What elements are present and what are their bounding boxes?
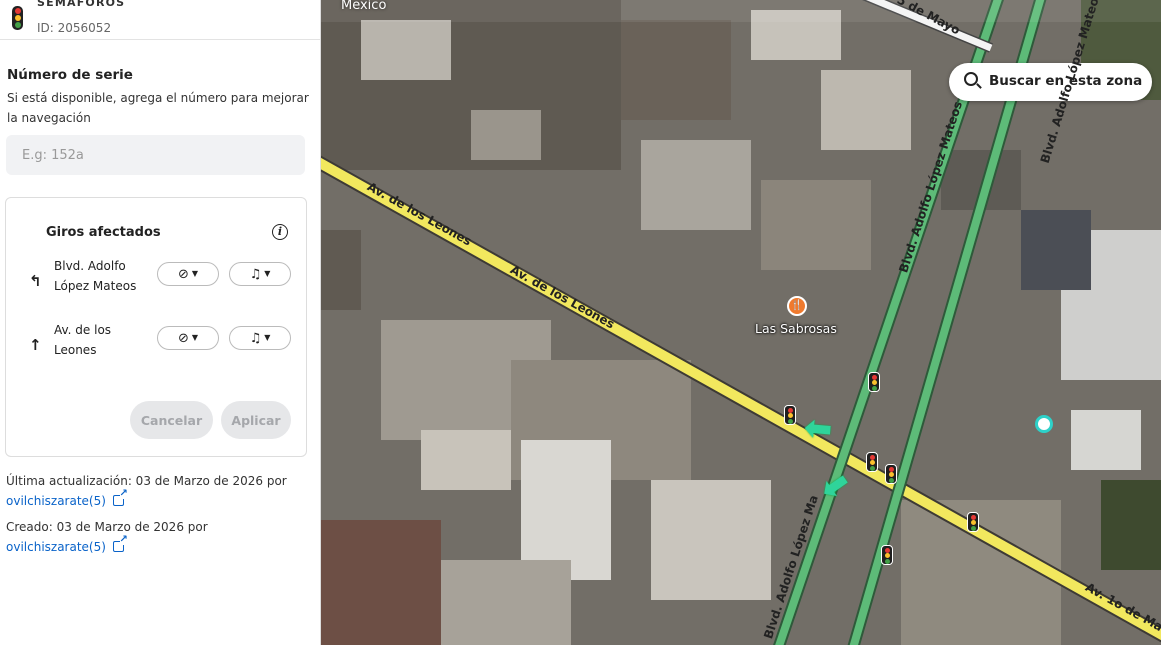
satellite-map[interactable]: Mexico Buscar en esta zona Av. de los Le… (321, 0, 1161, 645)
map-node-pin[interactable] (1035, 415, 1053, 433)
cancel-button[interactable]: Cancelar (130, 401, 213, 439)
map-country-label: Mexico (341, 0, 387, 13)
vehicle-type-dropdown[interactable]: ♫ ▼ (229, 326, 291, 350)
last-updated-text: Última actualización: 03 de Marzo de 202… (6, 474, 287, 488)
external-link-icon (112, 488, 128, 506)
signal-icon: ♫ (249, 267, 262, 282)
panel-header: SEMÁFOROS ID: 2056052 (0, 0, 320, 40)
apply-button[interactable]: Aplicar (221, 401, 291, 439)
turn-restriction-dropdown[interactable]: ⊘ ▼ (157, 326, 219, 350)
search-icon (964, 72, 978, 86)
turn-restriction-dropdown[interactable]: ⊘ ▼ (157, 262, 219, 286)
last-updated-user-link[interactable]: ovilchiszarate(5) (6, 488, 128, 508)
user-link-label: ovilchiszarate(5) (6, 494, 106, 508)
chevron-down-icon: ▼ (191, 333, 199, 342)
traffic-light-icon[interactable] (885, 464, 897, 484)
traffic-light-icon[interactable] (967, 512, 979, 532)
created-user-link[interactable]: ovilchiszarate(5) (6, 534, 128, 554)
turn-street-name: Blvd. Adolfo López Mateos (54, 259, 137, 293)
affected-turns-card: Giros afectados i ↰ Blvd. Adolfo López M… (5, 197, 307, 457)
poi-label: Las Sabrosas (755, 321, 837, 336)
serial-number-help: Si está disponible, agrega el número par… (7, 91, 309, 125)
serial-number-title: Número de serie (7, 67, 133, 83)
node-id: ID: 2056052 (37, 21, 112, 35)
turn-street-name: Av. de los Leones (54, 323, 112, 357)
turn-row: ↑ Av. de los Leones ⊘ ▼ ♫ ▼ (6, 320, 306, 370)
info-icon[interactable]: i (272, 224, 288, 240)
chevron-down-icon: ▼ (264, 269, 271, 278)
turn-row: ↰ Blvd. Adolfo López Mateos ⊘ ▼ ♫ ▼ (6, 256, 306, 306)
chevron-down-icon: ▼ (264, 333, 271, 342)
affected-turns-title: Giros afectados (46, 225, 161, 240)
traffic-light-icon (12, 6, 23, 30)
signal-icon: ♫ (249, 331, 262, 346)
restriction-icon: ⊘ (177, 267, 189, 282)
traffic-light-icon[interactable] (868, 372, 880, 392)
panel-title: SEMÁFOROS (37, 0, 126, 9)
created-text: Creado: 03 de Marzo de 2026 por (6, 520, 208, 534)
search-area-button[interactable]: Buscar en esta zona (949, 63, 1152, 101)
straight-arrow-icon: ↑ (29, 336, 42, 354)
serial-number-input[interactable] (6, 135, 305, 175)
details-panel: SEMÁFOROS ID: 2056052 Número de serie Si… (0, 0, 321, 645)
traffic-light-icon[interactable] (784, 405, 796, 425)
external-link-icon (112, 534, 128, 552)
restriction-icon: ⊘ (177, 331, 189, 346)
chevron-down-icon: ▼ (191, 269, 199, 278)
user-link-label: ovilchiszarate(5) (6, 540, 106, 554)
vehicle-type-dropdown[interactable]: ♫ ▼ (229, 262, 291, 286)
turn-left-icon: ↰ (29, 272, 42, 290)
traffic-light-icon[interactable] (881, 545, 893, 565)
traffic-light-icon[interactable] (866, 452, 878, 472)
restaurant-icon[interactable]: 🍴 (787, 296, 807, 316)
